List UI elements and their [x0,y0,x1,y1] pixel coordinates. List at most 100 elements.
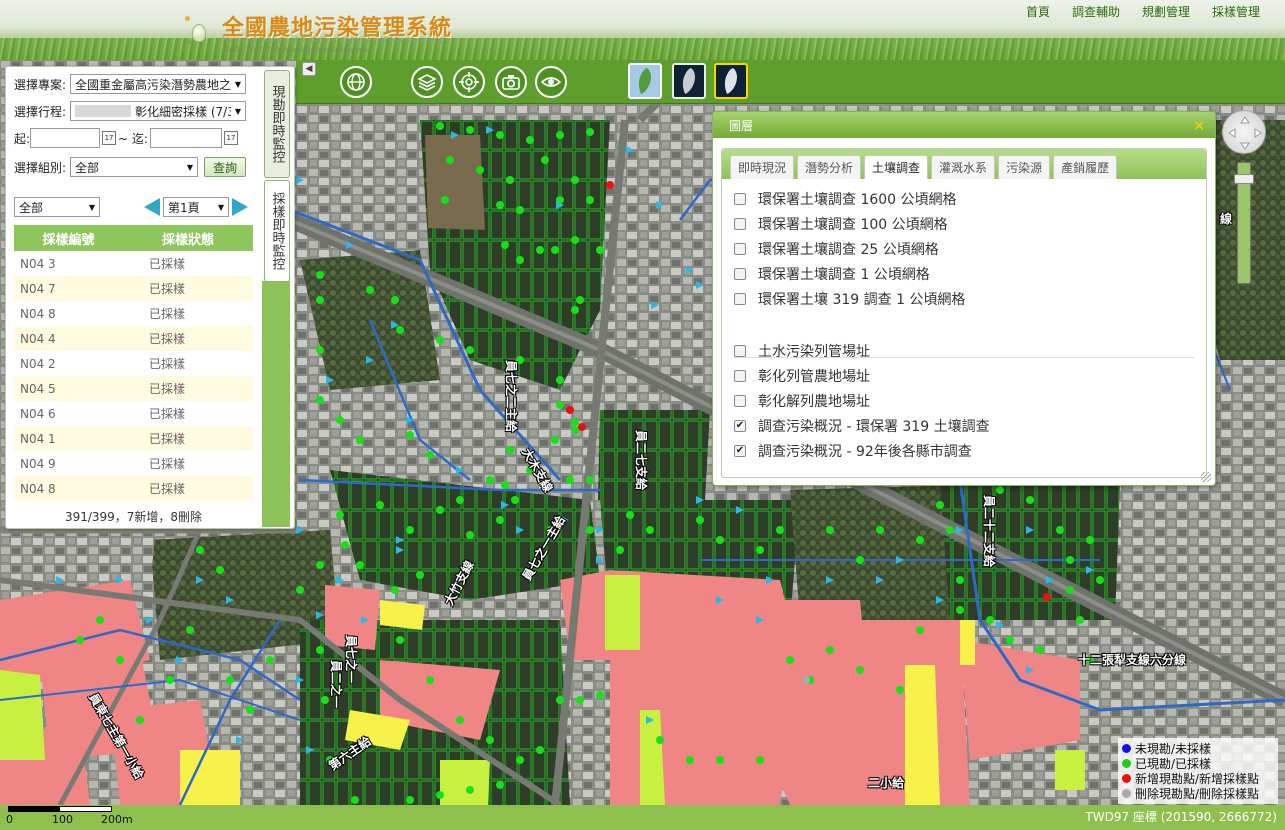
pan-control[interactable] [1222,110,1266,154]
calendar-icon[interactable]: 17 [102,131,117,145]
sample-point-sampled [956,606,964,614]
layer-checkbox[interactable] [734,345,746,357]
trip-select[interactable]: 彰化細密採樣 (7/31▼ [70,101,247,121]
tab-pollution-source[interactable]: 污染源 [998,155,1051,179]
layer-checkbox[interactable] [734,218,746,230]
layers-icon[interactable] [411,66,443,98]
previous-page-button[interactable] [144,198,160,216]
sample-point-sampled [116,656,124,664]
chevron-down-icon: ▼ [217,202,224,212]
layer-item[interactable]: 環保署土壤調查 1 公頃網格 [734,264,930,284]
map-type-satellite-button[interactable] [714,63,748,99]
layer-item[interactable]: ✔ 調查污染概況 - 環保署 319 土壤調查 [734,416,990,436]
status-filter-select[interactable]: 全部 ▼ [14,197,100,217]
from-date-input[interactable] [30,128,101,148]
project-select-value: 全國重金屬高污染潛勢農地之 [75,77,231,92]
layer-checkbox[interactable] [734,370,746,382]
nav-sampling[interactable]: 採樣管理 [1212,3,1260,20]
table-row[interactable]: N04 4 已採樣 [14,326,253,351]
query-button[interactable]: 查詢 [204,157,247,177]
collapse-panel-button[interactable]: ◀ [302,62,316,76]
close-icon[interactable]: × [1193,118,1205,134]
sample-status-cell: 已採樣 [123,376,253,401]
table-row[interactable]: N04 1 已採樣 [14,426,253,451]
sample-status-cell: 已採樣 [149,357,186,371]
project-select[interactable]: 全國重金屬高污染潛勢農地之 ▼ [70,74,247,94]
resize-handle[interactable] [1201,472,1211,482]
table-row[interactable]: N04 6 已採樣 [14,401,253,426]
nav-home[interactable]: 首頁 [1026,3,1050,20]
globe-icon[interactable] [340,66,372,98]
tab-realtime-status[interactable]: 即時現況 [730,155,795,179]
layer-checkbox[interactable] [734,243,746,255]
nav-survey-assist[interactable]: 調查輔助 [1072,3,1120,20]
sample-id-cell: N04 7 [14,276,124,301]
next-page-button[interactable] [232,198,248,216]
table-row[interactable]: N04 8 已採樣 [14,476,253,501]
eye-icon[interactable] [535,66,567,98]
sample-point-sampled [556,131,564,139]
layer-checkbox-checked[interactable]: ✔ [734,420,746,432]
nav-planning[interactable]: 規劃管理 [1142,3,1190,20]
tab-irrigation[interactable]: 灌溉水系 [931,155,996,179]
tab-traceability[interactable]: 產銷履歷 [1053,155,1118,179]
target-icon[interactable] [453,66,485,98]
group-label: 選擇組別: [14,160,67,175]
sample-id-cell: N04 1 [14,426,124,451]
sample-point-sampled [786,656,794,664]
calendar-icon[interactable]: 17 [223,131,238,145]
status-filter-value: 全部 [19,200,44,215]
layer-item[interactable]: 環保署土壤調查 25 公頃網格 [734,239,939,259]
layer-label: 環保署土壤調查 1600 公頃網格 [758,192,957,208]
camera-icon[interactable] [495,66,527,98]
table-row[interactable]: N04 9 已採樣 [14,451,253,476]
zoom-slider-handle[interactable] [1234,174,1254,184]
sample-point-sampled [686,756,694,764]
legend-item: 刪除現勘點/刪除採樣點 [1122,786,1274,801]
page-select-value: 第1頁 [168,200,200,215]
layer-label: 調查污染概況 - 環保署 319 土壤調查 [758,419,990,435]
table-row[interactable]: N04 2 已採樣 [14,351,253,376]
layer-checkbox[interactable] [734,395,746,407]
sample-point-sampled [516,256,524,264]
legend-dot [1122,744,1131,753]
tab-potential-analysis[interactable]: 潛勢分析 [797,155,862,179]
layer-checkbox-checked[interactable]: ✔ [734,445,746,457]
group-select[interactable]: 全部 ▼ [70,157,199,177]
sample-point-sampled [916,536,924,544]
divider [734,357,1194,358]
table-row[interactable]: N04 5 已採樣 [14,376,253,401]
layer-checkbox[interactable] [734,193,746,205]
layer-item[interactable]: 彰化解列農地場址 [734,391,870,411]
sample-table: 採樣編號 採樣狀態 N04 3 已採樣 N04 7 已採樣 N04 8 已採樣 N04 4已… [14,225,253,501]
sample-point-sampled [376,501,384,509]
project-label: 選擇專案: [14,77,67,92]
layer-item[interactable]: ✔ 調查污染概況 - 92年後各縣市調查 [734,441,972,461]
to-date-input[interactable] [149,128,222,148]
layer-item[interactable]: 環保署土壤調查 1600 公頃網格 [734,189,957,209]
sample-point-sampled [1056,526,1064,534]
map-type-dark-button[interactable] [672,63,706,99]
map-type-light-button[interactable] [628,63,662,99]
sample-point-sampled [536,246,544,254]
sample-point-sampled [186,626,194,634]
table-row[interactable]: N04 8 已採樣 [14,301,253,326]
tab-sampling-monitor[interactable]: 採樣即時監控 [264,180,290,282]
legend-item: 未現勘/未採樣 [1122,741,1274,756]
layer-item[interactable]: 彰化列管農地場址 [734,366,870,386]
table-row[interactable]: N04 3 已採樣 [14,251,253,276]
table-row[interactable]: N04 7 已採樣 [14,276,253,301]
sample-point-sampled [456,716,464,724]
layer-item[interactable]: 土水污染列管場址 [734,341,870,361]
page-select[interactable]: 第1頁 ▼ [163,197,229,217]
layer-dialog-header[interactable]: 圖層 × [713,112,1215,138]
tab-soil-survey[interactable]: 土壤調查 [864,155,929,179]
sample-point-sampled [586,526,594,534]
layer-checkbox[interactable] [734,293,746,305]
tab-survey-monitor[interactable]: 現勘即時監控 [264,70,290,178]
layer-item[interactable]: 環保署土壤調查 100 公頃網格 [734,214,948,234]
layer-checkbox[interactable] [734,268,746,280]
sample-point-new [1043,593,1051,601]
sample-point-sampled [356,436,364,444]
layer-item[interactable]: 環保署土壤 319 調查 1 公頃網格 [734,289,965,309]
